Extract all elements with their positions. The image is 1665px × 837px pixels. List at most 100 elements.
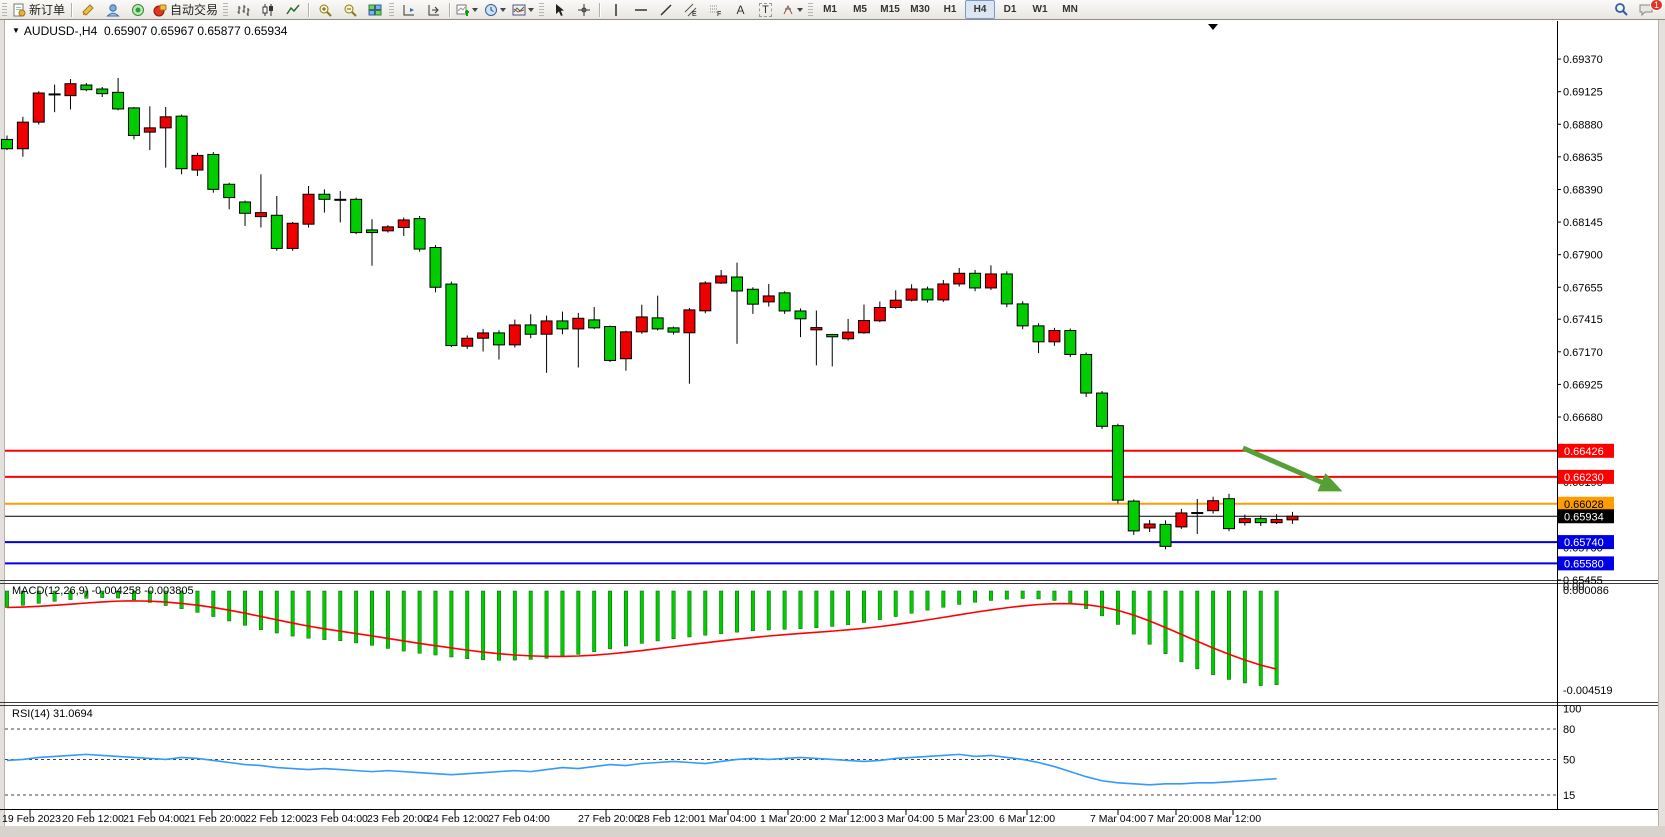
candle <box>2 139 13 148</box>
macd-histogram-bar <box>672 591 675 639</box>
candle <box>700 283 711 311</box>
text-label-tool-button[interactable]: T <box>753 0 778 19</box>
toolbar-grip[interactable] <box>539 3 544 17</box>
time-tick-label: 3 Mar 04:00 <box>878 813 934 825</box>
macd-histogram-bar <box>958 591 961 604</box>
macd-histogram-bar <box>862 591 865 622</box>
horizontal-line-tool-button[interactable] <box>628 0 653 19</box>
toolbar-grip[interactable] <box>389 3 394 17</box>
toolbar-grip[interactable] <box>808 3 813 17</box>
time-tick-label: 28 Feb 12:00 <box>638 813 700 825</box>
timeframe-d1-button[interactable]: D1 <box>995 0 1025 19</box>
cursor-icon <box>552 3 566 17</box>
candle <box>1239 519 1250 523</box>
macd-histogram-bar <box>1084 591 1087 609</box>
timeframe-m30-button[interactable]: M30 <box>905 0 935 19</box>
chart-menu-triangle-icon[interactable]: ▼ <box>12 26 20 35</box>
timeframe-m1-button[interactable]: M1 <box>815 0 845 19</box>
candle <box>1112 426 1123 501</box>
candle <box>335 199 346 200</box>
bar-chart-button[interactable] <box>230 0 255 19</box>
horizontal-line-icon <box>634 3 648 17</box>
signals-button[interactable] <box>125 0 150 19</box>
candle <box>954 273 965 284</box>
macd-histogram-bar <box>275 591 278 633</box>
vertical-line-tool-button[interactable] <box>603 0 628 19</box>
profile-button[interactable] <box>100 0 125 19</box>
timeframe-h1-button[interactable]: H1 <box>935 0 965 19</box>
line-chart-icon <box>286 3 300 17</box>
chart-ohlc: 0.65907 0.65967 0.65877 0.65934 <box>104 24 288 38</box>
candlestick-chart-button[interactable] <box>255 0 280 19</box>
dropdown-caret <box>528 8 534 12</box>
chart-symbol: AUDUSD-,H4 <box>24 24 97 38</box>
arrows-tool-button[interactable] <box>778 0 806 19</box>
chart-canvas[interactable]: 0.693700.691250.688800.686350.683900.681… <box>0 0 1665 837</box>
notification-badge: 1 <box>1650 0 1663 11</box>
crosshair-tool-button[interactable] <box>571 0 596 19</box>
macd-histogram-bar <box>529 591 532 659</box>
macd-histogram-bar <box>1116 591 1119 624</box>
indicators-button[interactable] <box>453 0 481 19</box>
price-tick-label: 0.68390 <box>1563 184 1603 196</box>
candle <box>525 325 536 334</box>
chart-shift-icon <box>427 3 441 17</box>
candle <box>255 213 266 217</box>
new-order-label: 新订单 <box>29 1 65 18</box>
chart-title[interactable]: ▼ AUDUSD-,H4 0.65907 0.65967 0.65877 0.65… <box>12 24 287 38</box>
time-tick-label: 19 Feb 2023 <box>2 813 61 825</box>
arrows-tool-icon <box>781 3 795 17</box>
candle <box>1271 519 1282 522</box>
macd-histogram-bar <box>719 591 722 634</box>
indicators-add-icon <box>456 3 470 17</box>
candle <box>319 194 330 199</box>
tile-windows-icon <box>368 3 382 17</box>
line-chart-button[interactable] <box>280 0 305 19</box>
candle <box>636 317 647 332</box>
macd-histogram-bar <box>1196 591 1199 669</box>
candle <box>398 220 409 228</box>
rsi-value: 31.0694 <box>53 708 93 720</box>
timeframe-m5-button[interactable]: M5 <box>845 0 875 19</box>
macd-histogram-bar <box>339 591 342 641</box>
text-tool-button[interactable]: A <box>728 0 753 19</box>
cursor-tool-button[interactable] <box>546 0 571 19</box>
periods-button[interactable] <box>481 0 509 19</box>
timeframe-m15-button[interactable]: M15 <box>875 0 905 19</box>
zoom-in-button[interactable] <box>312 0 337 19</box>
timeframe-mn-button[interactable]: MN <box>1055 0 1085 19</box>
auto-trading-button[interactable]: 自动交易 <box>150 0 221 19</box>
candle <box>1033 326 1044 342</box>
search-button[interactable] <box>1609 0 1634 19</box>
notifications-button[interactable]: 1 <box>1634 0 1659 19</box>
chart-shift-button[interactable] <box>421 0 446 19</box>
zoom-out-button[interactable] <box>337 0 362 19</box>
macd-histogram-bar <box>799 591 802 629</box>
candle <box>493 333 504 345</box>
candle <box>1144 524 1155 528</box>
macd-histogram-bar <box>212 591 215 617</box>
timeframe-w1-button[interactable]: W1 <box>1025 0 1055 19</box>
macd-histogram-bar <box>1005 591 1008 599</box>
toolbar-grip[interactable] <box>223 3 228 17</box>
new-order-button[interactable]: 新订单 <box>9 0 68 19</box>
fibonacci-tool-button[interactable]: F <box>703 0 728 19</box>
macd-signal-value: -0.003805 <box>144 585 194 597</box>
templates-button[interactable] <box>509 0 537 19</box>
market-depth-button[interactable] <box>75 0 100 19</box>
candle <box>509 325 520 345</box>
tile-windows-button[interactable] <box>362 0 387 19</box>
auto-trading-icon <box>153 3 167 17</box>
macd-histogram-bar <box>1100 591 1103 616</box>
macd-histogram-bar <box>942 591 945 607</box>
candle <box>985 274 996 288</box>
trendline-icon <box>659 3 673 17</box>
equidistant-channel-tool-button[interactable]: E <box>678 0 703 19</box>
toolbar-grip[interactable] <box>2 3 7 17</box>
candle <box>1176 513 1187 527</box>
time-tick-label: 23 Feb 20:00 <box>367 813 429 825</box>
trendline-tool-button[interactable] <box>653 0 678 19</box>
auto-scroll-button[interactable] <box>396 0 421 19</box>
macd-histogram-bar <box>878 591 881 620</box>
timeframe-h4-button[interactable]: H4 <box>965 0 995 19</box>
